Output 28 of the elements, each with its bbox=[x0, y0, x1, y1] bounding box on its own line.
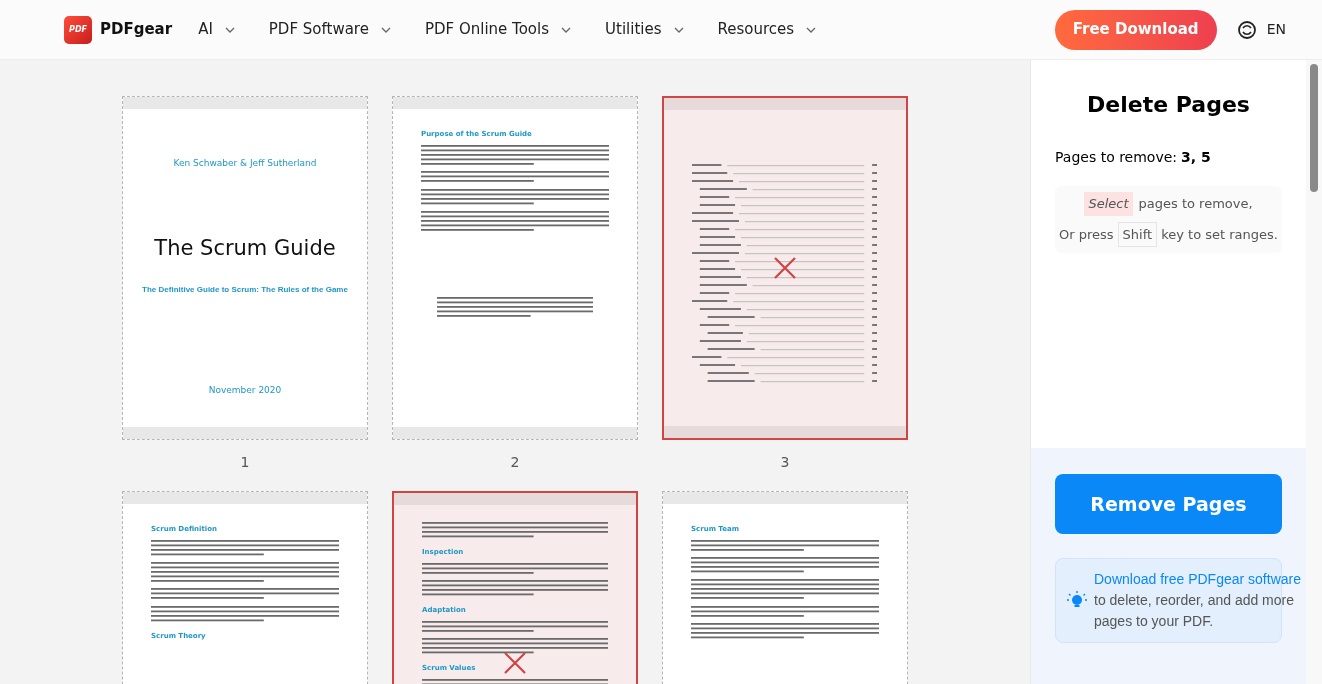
download-software-link[interactable]: Download free PDFgear software bbox=[1094, 571, 1301, 587]
page-thumbnail[interactable]: Ken Schwaber & Jeff Sutherland The Scrum Guide The Definitive Guide to Scrum: The Rules of the Game November 2020 bbox=[122, 96, 368, 440]
promo-text: Download free PDFgear software to delete, reorder, and add more pages to your PDF. bbox=[1094, 570, 1301, 631]
page-title: The Scrum Guide bbox=[153, 234, 337, 262]
nav-menu-item[interactable]: Resources bbox=[717, 18, 817, 41]
hint-text: pages to remove, bbox=[1138, 195, 1253, 213]
page-number: 2 bbox=[510, 453, 520, 472]
brand-logo[interactable]: PDF bbox=[64, 15, 92, 44]
remove-pages-button[interactable]: Remove Pages bbox=[1055, 474, 1282, 534]
page-number: 3 bbox=[780, 453, 790, 472]
panel-title: Delete Pages bbox=[1086, 91, 1251, 119]
pages-to-remove-value: 3, 5 bbox=[1181, 148, 1211, 167]
nav-menu-item[interactable]: PDF Online Tools bbox=[424, 18, 572, 41]
page-author: Ken Schwaber & Jeff Sutherland bbox=[172, 157, 318, 170]
page-date: November 2020 bbox=[207, 384, 283, 397]
nav-menu-item[interactable]: PDF Software bbox=[268, 18, 391, 41]
brand-name: PDFgear bbox=[100, 19, 173, 41]
hint-text: Or press bbox=[1059, 225, 1114, 244]
nav-menu-item[interactable]: AI bbox=[198, 18, 235, 41]
language-code[interactable]: EN bbox=[1266, 19, 1286, 40]
nav-menu-item[interactable]: Utilities bbox=[605, 18, 684, 41]
page-subtitle: The Definitive Guide to Scrum: The Rules of the Game bbox=[142, 284, 348, 296]
hint-text: key to set ranges. bbox=[1161, 225, 1278, 244]
pages-to-remove-label: Pages to remove: bbox=[1055, 148, 1178, 167]
select-highlight: Select bbox=[1084, 192, 1133, 216]
shift-key: Shift bbox=[1117, 221, 1158, 247]
page-number: 1 bbox=[240, 453, 250, 472]
free-download-button[interactable]: Free Download bbox=[1054, 9, 1217, 50]
